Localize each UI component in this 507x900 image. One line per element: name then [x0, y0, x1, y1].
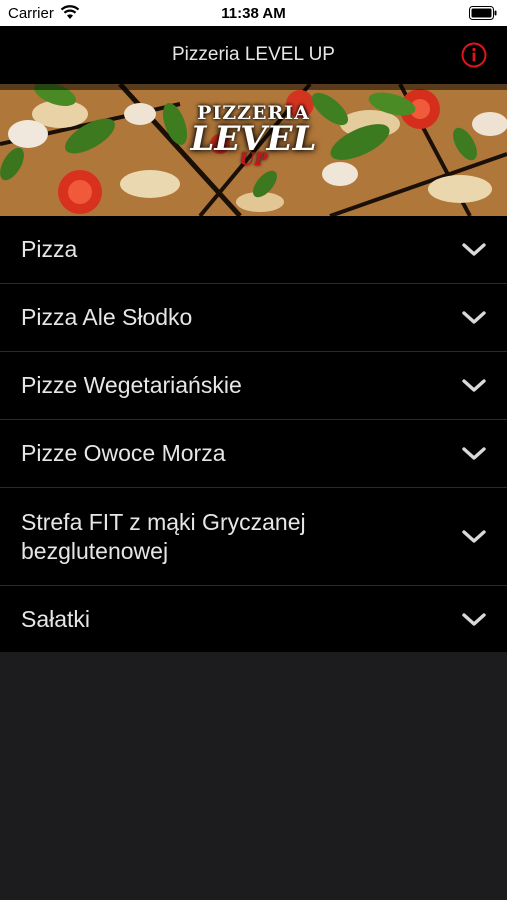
empty-content-area: [0, 652, 507, 900]
category-label: Pizza Ale Słodko: [21, 304, 193, 330]
status-bar: Carrier 11:38 AM: [0, 0, 507, 26]
battery-icon: [469, 6, 497, 24]
chevron-down-icon: [462, 529, 486, 543]
page-title: Pizzeria LEVEL UP: [172, 44, 335, 65]
chevron-down-icon: [462, 446, 486, 460]
chevron-down-icon: [462, 378, 486, 392]
category-label: Pizze Wegetariańskie: [21, 372, 242, 398]
header-banner-image: PIZZERIA LEVEL UP: [0, 84, 507, 216]
info-icon: [461, 42, 487, 68]
pizzeria-logo: PIZZERIA LEVEL UP: [0, 102, 507, 170]
category-row-pizze-owoce-morza[interactable]: Pizze Owoce Morza: [0, 420, 507, 488]
category-row-pizza-ale-slodko[interactable]: Pizza Ale Słodko: [0, 284, 507, 352]
chevron-down-icon: [462, 612, 486, 626]
logo-text-sub: UP: [239, 150, 268, 170]
chevron-down-icon: [462, 310, 486, 324]
category-row-strefa-fit[interactable]: Strefa FIT z mąki Gryczanej bezglutenowe…: [0, 488, 507, 586]
chevron-down-icon: [462, 242, 486, 256]
category-label: Pizze Owoce Morza: [21, 440, 226, 466]
category-row-pizza[interactable]: Pizza: [0, 216, 507, 284]
category-label: Sałatki: [21, 606, 91, 632]
category-list: Pizza Pizza Ale Słodko Pizze Wegetariańs…: [0, 216, 507, 654]
navigation-bar: Pizzeria LEVEL UP: [0, 26, 507, 84]
category-row-pizze-wegetarianskie[interactable]: Pizze Wegetariańskie: [0, 352, 507, 420]
clock: 11:38 AM: [221, 5, 286, 22]
category-row-salatki[interactable]: Sałatki: [0, 586, 507, 654]
category-label: Pizza: [21, 236, 78, 262]
category-label: Strefa FIT z mąki Gryczanej bezglutenowe…: [21, 508, 306, 564]
info-button[interactable]: [461, 42, 487, 68]
